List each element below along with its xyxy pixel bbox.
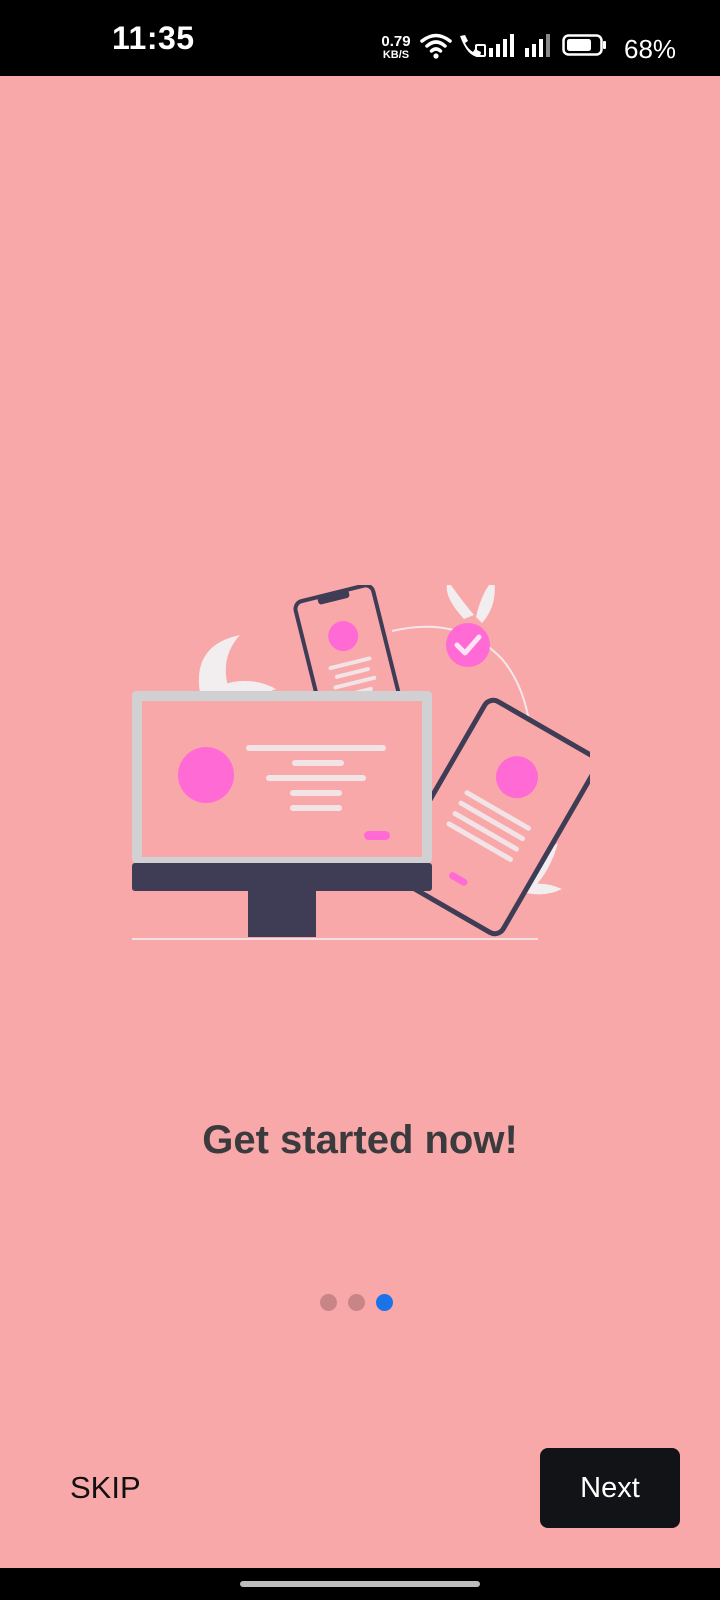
monitor-icon: [132, 691, 432, 937]
onboarding-title: Get started now!: [202, 1118, 518, 1162]
signal-icon: [489, 34, 514, 57]
page-dot-active: [376, 1294, 393, 1311]
network-speed-value: 0.79: [381, 33, 411, 50]
onboarding-illustration: [130, 579, 600, 965]
next-button[interactable]: Next: [540, 1448, 680, 1528]
network-speed-unit: KB/S: [382, 49, 410, 61]
wifi-icon: [420, 33, 452, 59]
signal-icon: [525, 34, 550, 57]
status-bar: 11:35 0.79 KB/S 68%: [0, 0, 720, 76]
home-gesture-handle[interactable]: [240, 1581, 480, 1587]
battery-icon: [562, 34, 606, 56]
wifi-calling-icon: [460, 35, 486, 58]
check-badge-icon: [446, 623, 490, 667]
page-dot: [348, 1294, 365, 1311]
leaf-icon: [446, 579, 495, 623]
page-dot: [320, 1294, 337, 1311]
leaf-icon: [198, 635, 276, 697]
skip-button[interactable]: SKIP: [70, 1466, 160, 1510]
battery-percent: 68%: [624, 34, 677, 64]
network-speed: 0.79 KB/S: [378, 34, 414, 61]
navigation-bar: [0, 1568, 720, 1600]
status-time: 11:35: [112, 20, 195, 56]
